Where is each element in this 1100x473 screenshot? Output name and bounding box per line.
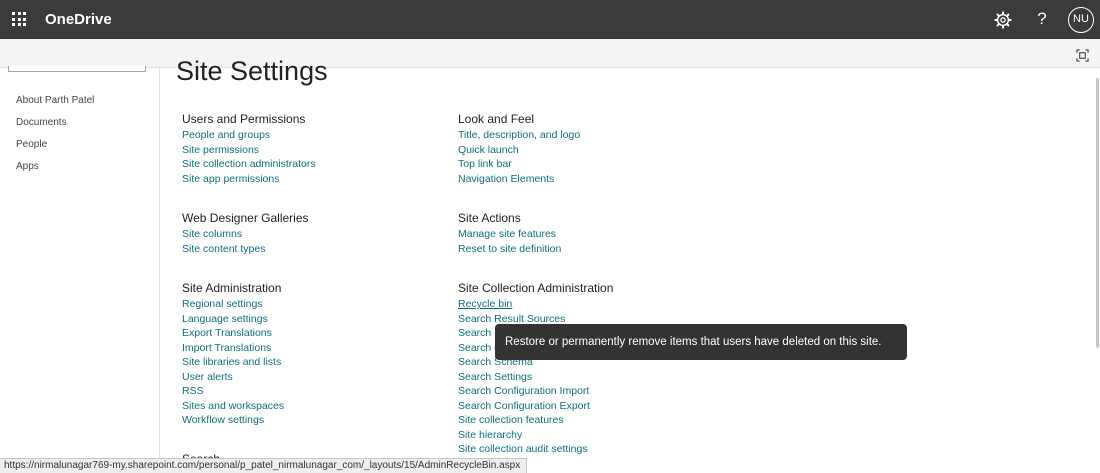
nav-item-people[interactable]: People	[16, 139, 47, 150]
group-site-collection-administration: Site Collection Administration Recycle b…	[458, 280, 613, 457]
group-heading: Site Administration	[182, 281, 282, 295]
suite-header: OneDrive ? NU	[0, 0, 1100, 39]
group-heading: Look and Feel	[458, 112, 535, 126]
nav-item-documents[interactable]: Documents	[16, 117, 67, 128]
link-user-alerts[interactable]: User alerts	[182, 370, 284, 385]
link-site-hierarchy[interactable]: Site hierarchy	[458, 428, 613, 443]
link-site-columns[interactable]: Site columns	[182, 227, 309, 242]
link-reset-to-site-definition[interactable]: Reset to site definition	[458, 242, 561, 257]
avatar[interactable]: NU	[1068, 7, 1094, 33]
nav-item-about[interactable]: About Parth Patel	[16, 95, 94, 106]
link-manage-site-features[interactable]: Manage site features	[458, 227, 561, 242]
left-navigation: About Parth Patel Documents People Apps	[0, 66, 160, 473]
link-rss[interactable]: RSS	[182, 384, 284, 399]
group-heading: Site Actions	[458, 211, 521, 225]
link-people-and-groups[interactable]: People and groups	[182, 128, 316, 143]
group-look-and-feel: Look and Feel Title, description, and lo…	[458, 111, 580, 186]
link-site-permissions[interactable]: Site permissions	[182, 143, 316, 158]
link-export-translations[interactable]: Export Translations	[182, 326, 284, 341]
page-title: Site Settings	[176, 56, 328, 86]
gear-icon[interactable]	[994, 11, 1012, 29]
help-icon[interactable]: ?	[1034, 9, 1050, 29]
app-launcher-icon[interactable]	[12, 12, 26, 26]
link-search-settings[interactable]: Search Settings	[458, 370, 613, 385]
group-heading: Web Designer Galleries	[182, 211, 309, 225]
group-heading: Site Collection Administration	[458, 281, 614, 295]
link-status-bar: https://nirmalunagar769-my.sharepoint.co…	[0, 458, 528, 473]
nav-item-apps[interactable]: Apps	[16, 161, 39, 172]
link-import-translations[interactable]: Import Translations	[182, 341, 284, 356]
link-regional-settings[interactable]: Regional settings	[182, 297, 284, 312]
link-recycle-bin[interactable]: Recycle bin	[458, 297, 613, 312]
link-site-app-permissions[interactable]: Site app permissions	[182, 172, 316, 187]
group-web-designer-galleries: Web Designer Galleries Site columns Site…	[182, 210, 309, 256]
link-site-collection-administrators[interactable]: Site collection administrators	[182, 157, 316, 172]
link-search-configuration-export[interactable]: Search Configuration Export	[458, 399, 613, 414]
group-site-administration: Site Administration Regional settings La…	[182, 280, 284, 428]
group-heading: Users and Permissions	[182, 112, 306, 126]
tooltip: Restore or permanently remove items that…	[495, 324, 907, 360]
link-site-collection-audit-settings[interactable]: Site collection audit settings	[458, 442, 613, 457]
app-title[interactable]: OneDrive	[45, 11, 112, 28]
command-bar	[0, 39, 1100, 68]
group-site-actions: Site Actions Manage site features Reset …	[458, 210, 561, 256]
link-navigation-elements[interactable]: Navigation Elements	[458, 172, 580, 187]
link-site-libraries-and-lists[interactable]: Site libraries and lists	[182, 355, 284, 370]
focus-mode-icon[interactable]	[1076, 49, 1089, 62]
link-top-link-bar[interactable]: Top link bar	[458, 157, 580, 172]
scrollbar-thumb[interactable]	[1096, 78, 1099, 348]
link-site-content-types[interactable]: Site content types	[182, 242, 309, 257]
link-title-description-logo[interactable]: Title, description, and logo	[458, 128, 580, 143]
link-site-collection-features[interactable]: Site collection features	[458, 413, 613, 428]
link-search-configuration-import[interactable]: Search Configuration Import	[458, 384, 613, 399]
link-quick-launch[interactable]: Quick launch	[458, 143, 580, 158]
group-users-permissions: Users and Permissions People and groups …	[182, 111, 316, 186]
link-language-settings[interactable]: Language settings	[182, 312, 284, 327]
link-workflow-settings[interactable]: Workflow settings	[182, 413, 284, 428]
search-input[interactable]	[8, 66, 146, 72]
link-sites-and-workspaces[interactable]: Sites and workspaces	[182, 399, 284, 414]
